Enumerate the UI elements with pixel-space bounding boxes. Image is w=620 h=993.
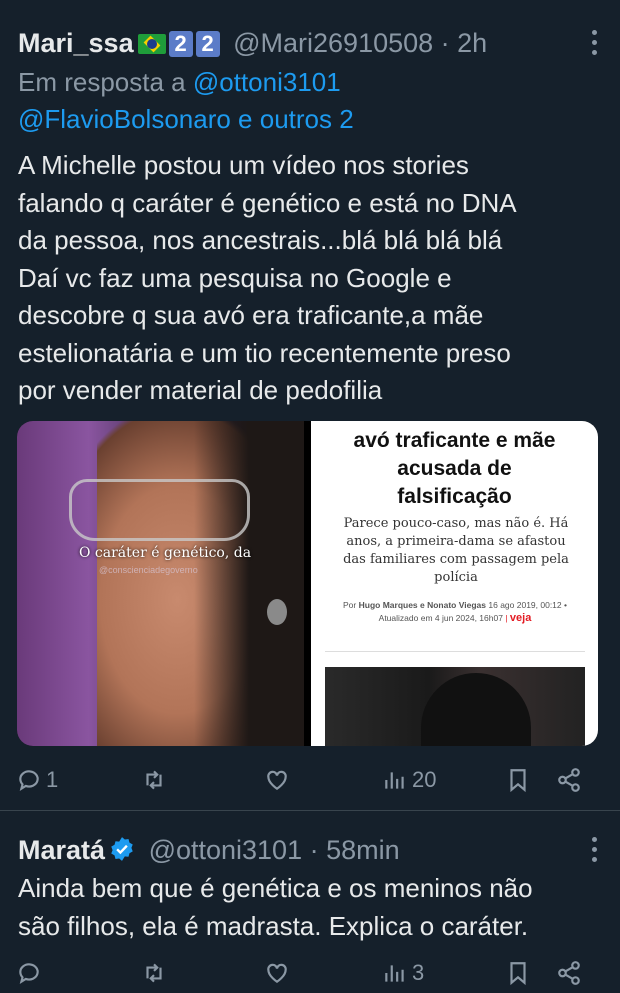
views-icon — [385, 965, 404, 982]
repost-button[interactable] — [141, 760, 167, 800]
timestamp[interactable]: · 2h — [441, 28, 488, 58]
views-count: 3 — [412, 960, 425, 985]
views-button[interactable]: 3 — [382, 953, 424, 993]
repost-icon — [146, 963, 162, 983]
reply-context-more: @FlavioBolsonaro e outros 2 — [18, 102, 354, 136]
reply-context: Em resposta a @ottoni3101 — [18, 65, 341, 99]
like-button[interactable] — [264, 953, 290, 993]
name-badge-2: 2 — [195, 31, 220, 57]
views-icon — [385, 772, 404, 789]
video-watermark: @conscienciadegoverno — [99, 565, 198, 575]
tweet-actions: 1 20 — [0, 760, 620, 800]
article-divider — [325, 651, 585, 652]
like-button[interactable] — [264, 760, 290, 800]
more-icon[interactable] — [592, 837, 598, 867]
article-headline: avó traficante e mãe acusada de falsific… — [353, 429, 556, 508]
repost-button[interactable] — [141, 953, 167, 993]
reply-button[interactable] — [16, 953, 42, 993]
display-name[interactable]: Mari_ssa — [18, 28, 134, 58]
byline-sep: | — [505, 613, 508, 623]
bookmark-icon — [510, 962, 526, 986]
like-icon — [267, 770, 287, 790]
byline-prefix: Por — [343, 600, 357, 610]
hair-image — [194, 421, 304, 746]
byline-authors: Hugo Marques e Nonato Viegas — [358, 600, 486, 610]
byline-date: 16 ago 2019, 00:12 • — [488, 600, 567, 610]
share-icon — [558, 768, 580, 792]
more-icon[interactable] — [592, 30, 598, 60]
reply-button[interactable]: 1 — [16, 760, 58, 800]
media-article-screenshot[interactable]: avó traficante e mãe acusada de falsific… — [311, 421, 598, 746]
article-byline: Por Hugo Marques e Nonato Viegas 16 ago … — [319, 599, 591, 625]
reply-icon — [19, 963, 39, 985]
reply-mention-flavio[interactable]: @FlavioBolsonaro e outros 2 — [18, 104, 354, 134]
verified-icon — [111, 837, 133, 861]
tweet-media[interactable]: O caráter é genético, da @conscienciadeg… — [17, 421, 598, 746]
bookmark-icon — [510, 769, 526, 793]
name-badge-1: 2 — [168, 31, 193, 57]
bookmark-button[interactable] — [505, 760, 531, 800]
brazil-flag-icon — [137, 34, 166, 54]
display-name[interactable]: Maratá — [18, 835, 105, 865]
timestamp[interactable]: · 58min — [310, 835, 400, 865]
handle[interactable]: @Mari26910508 — [233, 28, 433, 58]
media-video-still[interactable]: O caráter é genético, da @conscienciadeg… — [17, 421, 304, 746]
repost-icon — [146, 770, 162, 790]
like-icon — [267, 963, 287, 983]
byline-updated: Atualizado em 4 jun 2024, 16h07 — [378, 613, 503, 623]
tweet-actions: 3 — [0, 953, 620, 993]
tweet-text: Ainda bem que é genética e os meninos nã… — [18, 873, 533, 941]
reply-mention-ottoni[interactable]: @ottoni3101 — [193, 67, 341, 97]
article-subtitle: Parece pouco-caso, mas não é. Há anos, a… — [343, 516, 569, 585]
earring-image — [267, 599, 287, 625]
video-caption: O caráter é genético, da — [79, 545, 252, 561]
tweet-reply-2[interactable]: Maratá @ottoni3101 · 58min Ainda bem que… — [0, 811, 620, 986]
reply-count: 1 — [46, 767, 59, 792]
views-button[interactable]: 20 — [382, 760, 436, 800]
veja-logo: veja — [509, 612, 532, 624]
tweet-header: Maratá @ottoni3101 · 58min — [18, 833, 400, 867]
reply-icon — [19, 770, 39, 792]
bookmark-button[interactable] — [505, 953, 531, 993]
handle[interactable]: @ottoni3101 — [149, 835, 303, 865]
glasses-image — [69, 479, 250, 541]
tweet-reply-1[interactable]: Mari_ssa 2 2 @Mari26910508 · 2h Em respost… — [0, 0, 620, 811]
share-icon — [558, 961, 580, 985]
share-button[interactable] — [556, 760, 582, 800]
tweet-text: A Michelle postou um vídeo nos stories f… — [18, 150, 517, 405]
views-count: 20 — [412, 767, 437, 792]
tweet-header: Mari_ssa 2 2 @Mari26910508 · 2h — [18, 26, 487, 60]
share-button[interactable] — [556, 953, 582, 993]
reply-prefix: Em resposta a — [18, 67, 186, 97]
